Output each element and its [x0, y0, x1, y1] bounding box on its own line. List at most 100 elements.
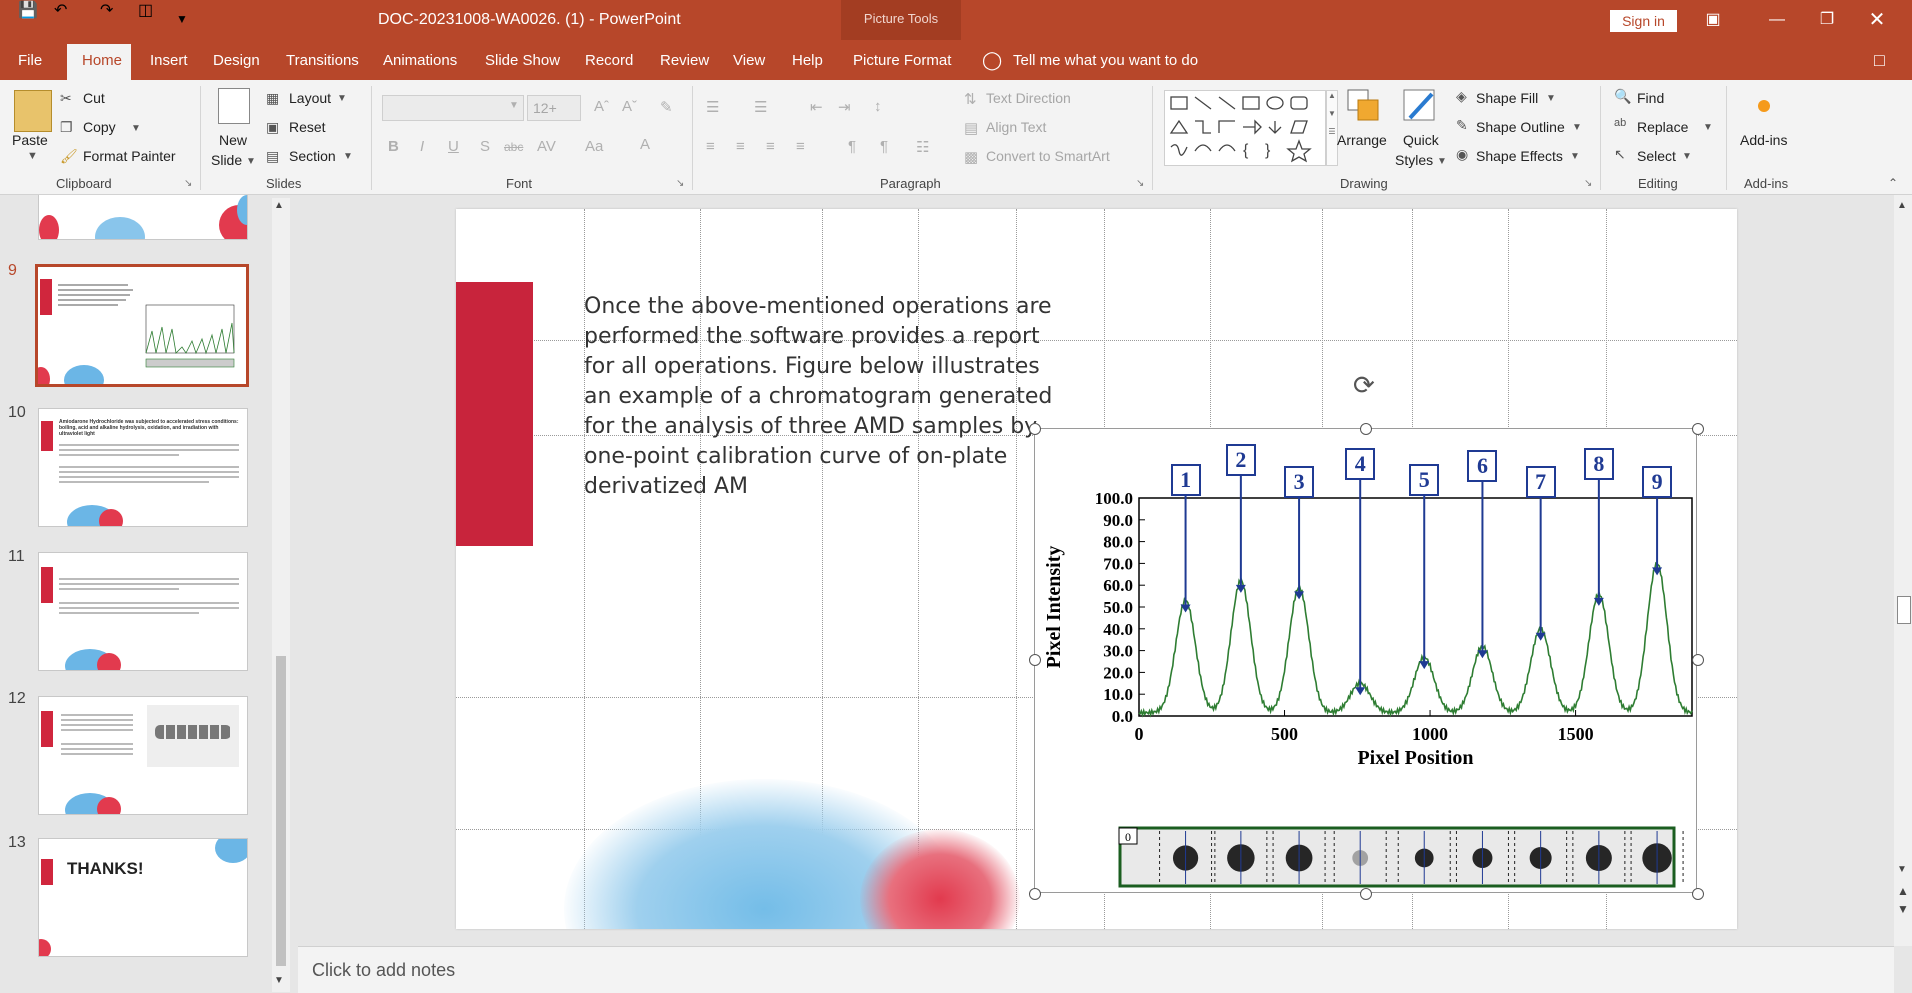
shapes-gallery[interactable]: {}	[1164, 90, 1326, 166]
reset-icon[interactable]: ▣	[266, 119, 279, 136]
sign-in-button[interactable]: Sign in	[1610, 10, 1677, 32]
italic-icon[interactable]: I	[420, 138, 424, 155]
ltr-icon[interactable]: ¶	[880, 138, 888, 155]
columns-icon[interactable]: ☷	[916, 138, 929, 156]
section-icon[interactable]: ▤	[266, 148, 279, 165]
font-color-icon[interactable]: A	[640, 136, 650, 153]
slide-thumbnail-8[interactable]	[38, 195, 248, 240]
resize-handle-br[interactable]	[1692, 888, 1704, 900]
resize-handle-t[interactable]	[1360, 423, 1372, 435]
cut-icon[interactable]: ✂	[60, 90, 72, 107]
layout-chevron-icon[interactable]: ▼	[337, 93, 347, 104]
replace-icon[interactable]: ab	[1614, 117, 1626, 129]
arrange-button[interactable]: Arrange	[1337, 132, 1387, 148]
replace-button[interactable]: Replace	[1637, 119, 1688, 135]
drawing-launcher-icon[interactable]: ↘	[1584, 178, 1592, 189]
align-center-icon[interactable]: ≡	[736, 138, 745, 155]
numbering-icon[interactable]: ☰	[754, 98, 767, 116]
font-name-chevron-icon[interactable]: ▼	[509, 100, 519, 111]
quick-styles-chevron-icon[interactable]: ▼	[1437, 156, 1447, 167]
tab-record[interactable]: Record	[585, 52, 633, 69]
character-spacing-icon[interactable]: AV	[537, 138, 556, 155]
justify-icon[interactable]: ≡	[796, 138, 805, 155]
shape-effects-chevron-icon[interactable]: ▼	[1570, 151, 1580, 162]
select-icon[interactable]: ↖	[1614, 146, 1626, 163]
align-text-icon[interactable]: ▤	[964, 119, 978, 137]
shape-outline-icon[interactable]: ✎	[1456, 117, 1468, 134]
thumb-scroll-thumb[interactable]	[276, 656, 286, 966]
paste-button[interactable]: Paste	[12, 132, 48, 148]
shape-fill-chevron-icon[interactable]: ▼	[1546, 93, 1556, 104]
increase-font-icon[interactable]: Aˆ	[594, 98, 609, 115]
save-icon[interactable]: 💾	[18, 0, 38, 20]
paste-icon[interactable]	[14, 90, 52, 132]
decrease-font-icon[interactable]: Aˇ	[622, 98, 637, 115]
shape-effects-button[interactable]: Shape Effects	[1476, 148, 1563, 164]
new-slide-button-line1[interactable]: New	[219, 132, 247, 148]
shape-effects-icon[interactable]: ◉	[1456, 146, 1468, 163]
tab-view[interactable]: View	[733, 52, 765, 69]
ribbon-display-icon[interactable]: ▣	[1696, 6, 1730, 34]
align-left-icon[interactable]: ≡	[706, 138, 715, 155]
slide-thumbnail-10[interactable]: Amiodarone Hydrochloride was subjected t…	[38, 408, 248, 527]
decrease-indent-icon[interactable]: ⇤	[810, 98, 823, 116]
next-slide-icon[interactable]: ▼	[1897, 902, 1909, 916]
section-chevron-icon[interactable]: ▼	[343, 151, 353, 162]
section-button[interactable]: Section	[289, 148, 336, 164]
new-slide-chevron-icon[interactable]: ▼	[246, 156, 256, 167]
quick-styles-button-line1[interactable]: Quick	[1403, 132, 1439, 148]
slide-thumbnail-13[interactable]: THANKS!	[38, 838, 248, 957]
add-ins-button[interactable]: Add-ins	[1740, 132, 1787, 148]
new-slide-button-line2[interactable]: Slide	[211, 152, 242, 168]
redo-icon[interactable]: ↷	[100, 0, 113, 20]
rotate-handle-icon[interactable]: ⟳	[1353, 370, 1375, 401]
tab-slide-show[interactable]: Slide Show	[485, 52, 560, 69]
text-direction-icon[interactable]: ⇅	[964, 90, 977, 108]
replace-chevron-icon[interactable]: ▼	[1703, 122, 1713, 133]
tab-file[interactable]: File	[18, 52, 42, 69]
underline-icon[interactable]: U	[448, 138, 459, 155]
align-text-button[interactable]: Align Text	[986, 119, 1046, 135]
picture-selection-box[interactable]	[1034, 428, 1697, 893]
quick-styles-icon[interactable]	[1402, 88, 1440, 126]
quick-styles-button-line2[interactable]: Styles	[1395, 152, 1433, 168]
tab-review[interactable]: Review	[660, 52, 709, 69]
shape-outline-chevron-icon[interactable]: ▼	[1572, 122, 1582, 133]
resize-handle-tl[interactable]	[1029, 423, 1041, 435]
shape-fill-icon[interactable]: ◈	[1456, 88, 1467, 105]
arrange-icon[interactable]	[1346, 88, 1382, 126]
notes-placeholder[interactable]: Click to add notes	[312, 960, 455, 981]
layout-icon[interactable]: ▦	[266, 90, 279, 107]
restore-icon[interactable]: ❐	[1810, 6, 1844, 34]
tab-insert[interactable]: Insert	[150, 52, 188, 69]
shadow-icon[interactable]: S	[480, 138, 490, 155]
slide-scroll-thumb[interactable]	[1897, 596, 1911, 624]
find-button[interactable]: Find	[1637, 90, 1664, 106]
reset-button[interactable]: Reset	[289, 119, 326, 135]
slide-thumbnail-11[interactable]	[38, 552, 248, 671]
notes-pane[interactable]	[298, 946, 1894, 993]
thumb-scroll-up-icon[interactable]: ▲	[274, 200, 284, 211]
tab-home[interactable]: Home	[82, 52, 122, 69]
increase-indent-icon[interactable]: ⇥	[838, 98, 851, 116]
format-painter-button[interactable]: Format Painter	[83, 148, 176, 164]
previous-slide-icon[interactable]: ▲	[1897, 884, 1909, 898]
tab-transitions[interactable]: Transitions	[286, 52, 359, 69]
clipboard-launcher-icon[interactable]: ↘	[184, 178, 192, 189]
format-painter-icon[interactable]: 🖌	[60, 148, 78, 165]
tab-help[interactable]: Help	[792, 52, 823, 69]
strikethrough-icon[interactable]: abc	[504, 140, 523, 154]
layout-button[interactable]: Layout	[289, 90, 331, 106]
resize-handle-r[interactable]	[1692, 654, 1704, 666]
rtl-icon[interactable]: ¶	[848, 138, 856, 155]
copy-icon[interactable]: ❐	[60, 119, 73, 136]
select-button[interactable]: Select	[1637, 148, 1676, 164]
font-launcher-icon[interactable]: ↘	[676, 178, 684, 189]
bold-icon[interactable]: B	[388, 138, 399, 155]
new-slide-icon[interactable]	[218, 88, 250, 124]
smartart-icon[interactable]: ▩	[964, 148, 978, 166]
find-icon[interactable]: 🔍	[1614, 88, 1631, 105]
tab-animations[interactable]: Animations	[383, 52, 457, 69]
undo-icon[interactable]: ↶	[54, 0, 67, 20]
resize-handle-tr[interactable]	[1692, 423, 1704, 435]
